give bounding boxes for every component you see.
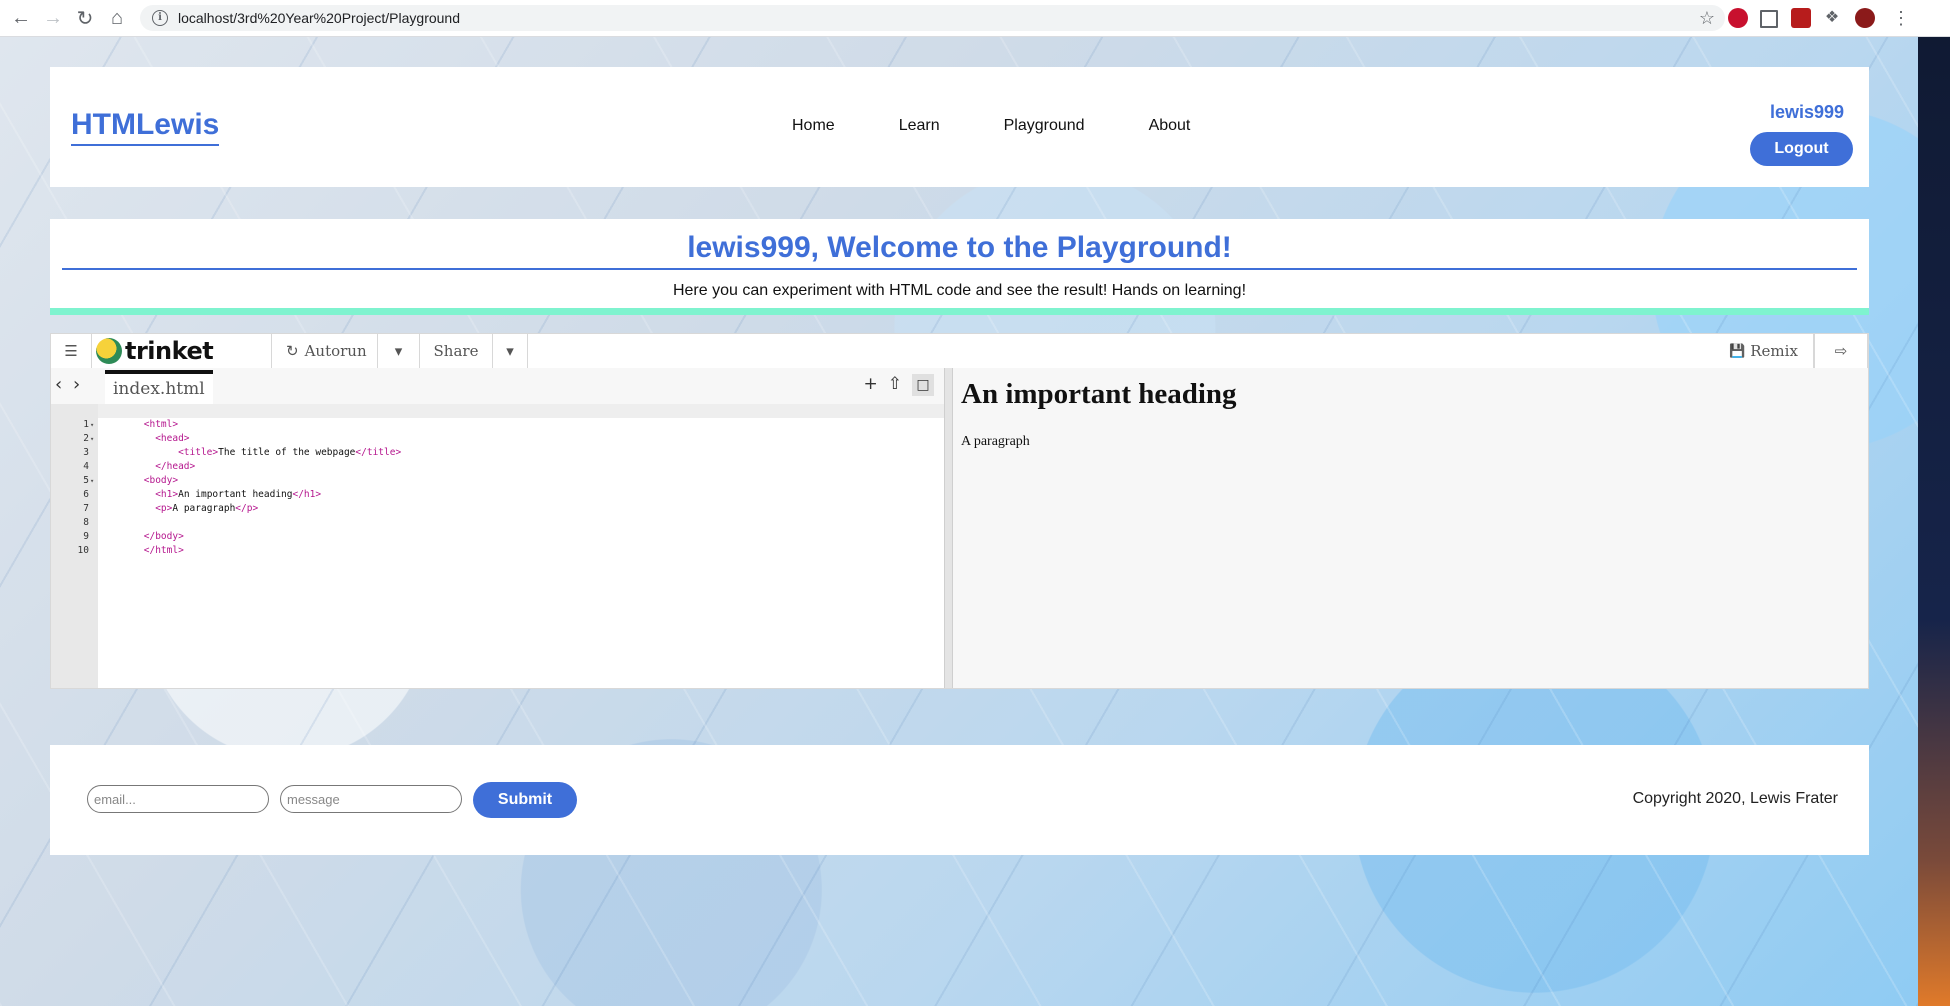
submit-button[interactable]: Submit <box>473 782 577 818</box>
page-title: lewis999, Welcome to the Playground! <box>62 231 1857 270</box>
address-bar[interactable]: i localhost/3rd%20Year%20Project/Playgro… <box>140 5 1725 31</box>
bookmark-star-icon[interactable]: ☆ <box>1699 8 1715 29</box>
trinket-brand: trinket <box>125 337 214 365</box>
preview-heading: An important heading <box>961 378 1237 410</box>
trinket-logo: trinket <box>92 334 272 368</box>
fold-arrow-icon[interactable]: ▾ <box>90 432 94 446</box>
browser-toolbar: ← → ↻ ⌂ i localhost/3rd%20Year%20Project… <box>0 0 1950 37</box>
line-number: 8 <box>83 517 89 528</box>
remix-button[interactable]: 💾 Remix <box>1714 334 1814 368</box>
share-dropdown-icon[interactable]: ▾ <box>493 334 528 368</box>
chevron-right-icon[interactable]: › <box>73 374 80 395</box>
logout-button[interactable]: Logout <box>1750 132 1853 166</box>
reload-icon[interactable]: ↻ <box>72 5 98 31</box>
desktop-edge <box>1918 37 1950 1006</box>
home-icon[interactable]: ⌂ <box>104 5 130 31</box>
page-subtitle: Here you can experiment with HTML code a… <box>672 282 1247 299</box>
code-line: 10 </html> <box>78 530 944 556</box>
line-number: 5 <box>83 475 89 486</box>
save-icon: 💾 <box>1729 343 1746 359</box>
grid-extension-icon[interactable] <box>1760 10 1778 28</box>
trinket-toolbar: ☰ trinket ↻ Autorun ▾ Share ▾ 💾 Remix ⇨ <box>51 334 1868 369</box>
site-footer: Submit Copyright 2020, Lewis Frater <box>50 745 1869 855</box>
line-number: 2 <box>83 433 89 444</box>
back-icon[interactable]: ← <box>8 5 34 31</box>
login-icon[interactable]: ⇨ <box>1814 334 1868 368</box>
code-line: 6 <h1>An important heading</h1> <box>83 474 944 500</box>
nav-playground[interactable]: Playground <box>1004 117 1085 135</box>
image-file-icon[interactable]: □ <box>912 374 934 396</box>
upload-icon[interactable]: ⇧ <box>888 374 902 396</box>
welcome-panel: lewis999, Welcome to the Playground! Her… <box>50 219 1869 315</box>
kebab-menu-icon[interactable]: ⋮ <box>1888 5 1914 31</box>
line-number: 6 <box>83 489 89 500</box>
profile-avatar[interactable] <box>1855 8 1875 28</box>
tab-index-html[interactable]: index.html <box>105 370 213 404</box>
code-line: 1 ▾ <html> <box>83 404 944 430</box>
trinket-logo-icon <box>96 338 122 364</box>
copyright-text: Copyright 2020, Lewis Frater <box>1632 790 1838 807</box>
line-number: 9 <box>83 531 89 542</box>
nav-about[interactable]: About <box>1149 117 1191 135</box>
autorun-dropdown-icon[interactable]: ▾ <box>378 334 420 368</box>
line-number: 1 <box>83 419 89 430</box>
preview-paragraph: A paragraph <box>961 434 1030 449</box>
line-number: 3 <box>83 447 89 458</box>
code-line: 3 <title>The title of the webpage</title… <box>83 432 944 458</box>
refresh-icon: ↻ <box>286 342 299 360</box>
code-line: 8 <box>83 502 944 528</box>
puzzle-extensions-icon[interactable]: ❖ <box>1822 8 1842 28</box>
forward-icon[interactable]: → <box>40 5 66 31</box>
pane-splitter[interactable] <box>944 368 953 688</box>
code-line: 9 </body> <box>83 516 944 542</box>
file-actions: + ⇧ □ <box>864 374 934 396</box>
code-line: 4 </head> <box>83 446 944 472</box>
code-line: 7 <p>A paragraph</p> <box>83 488 944 514</box>
remix-label: Remix <box>1750 342 1798 360</box>
code-line: 2 ▾ <head> <box>83 418 944 444</box>
code-input[interactable]: 1 ▾ <html> 2 ▾ <head> 3 <title>The title of… <box>78 404 944 688</box>
pdf-extension-icon[interactable] <box>1791 8 1811 28</box>
line-number: 10 <box>77 545 89 556</box>
nav-learn[interactable]: Learn <box>899 117 940 135</box>
email-field[interactable] <box>87 785 269 813</box>
result-preview: An important heading A paragraph <box>953 368 1868 688</box>
line-number: 4 <box>83 461 89 472</box>
info-icon[interactable]: i <box>152 10 168 26</box>
autorun-label: Autorun <box>304 342 367 360</box>
nav-home[interactable]: Home <box>792 117 835 135</box>
share-button[interactable]: Share <box>420 334 493 368</box>
site-logo[interactable]: HTMLewis <box>71 108 220 146</box>
line-number: 7 <box>83 503 89 514</box>
adblock-icon[interactable] <box>1728 8 1748 28</box>
trinket-editor: ☰ trinket ↻ Autorun ▾ Share ▾ 💾 Remix ⇨ … <box>50 333 1869 689</box>
file-tab-bar: ‹ › index.html + ⇧ □ <box>51 368 944 405</box>
username: lewis999 <box>1769 102 1844 122</box>
url-text: localhost/3rd%20Year%20Project/Playgroun… <box>178 10 460 26</box>
code-line: 5 ▾ <body> <box>83 460 944 486</box>
add-file-icon[interactable]: + <box>864 374 878 396</box>
site-header: HTMLewis Home Learn Playground About lew… <box>50 67 1869 187</box>
fold-arrow-icon[interactable]: ▾ <box>90 474 94 488</box>
hamburger-menu-icon[interactable]: ☰ <box>51 334 92 368</box>
autorun-button[interactable]: ↻ Autorun <box>272 334 378 368</box>
message-field[interactable] <box>280 785 462 813</box>
main-nav: Home Learn Playground About <box>792 117 1254 135</box>
code-editor-pane: ‹ › index.html + ⇧ □ 1 ▾ <html> 2 ▾ <head> … <box>51 368 944 688</box>
fold-arrow-icon[interactable]: ▾ <box>90 418 94 432</box>
chevron-left-icon[interactable]: ‹ <box>55 374 62 395</box>
